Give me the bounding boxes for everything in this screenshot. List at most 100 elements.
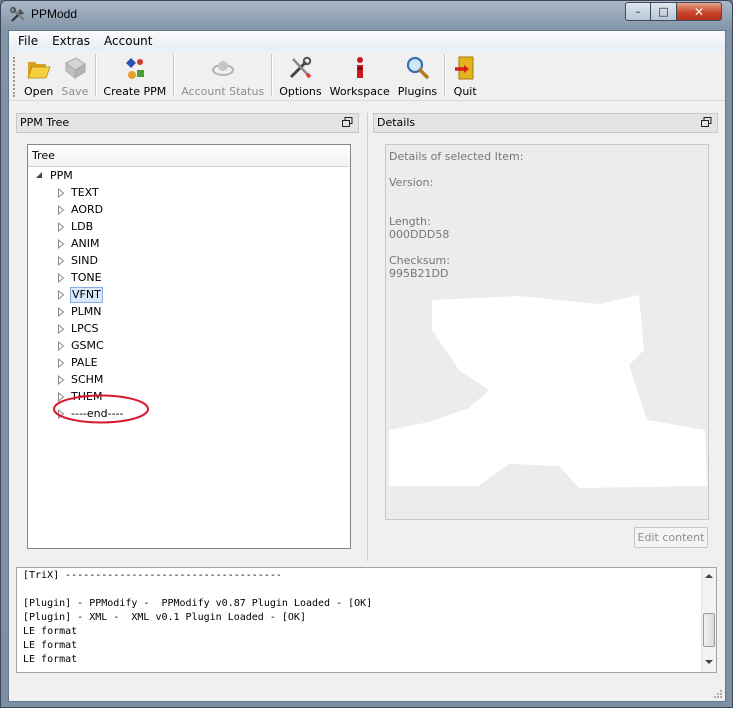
tree-item-label: VFNT — [70, 287, 103, 303]
log-scrollbar[interactable] — [701, 568, 716, 672]
app-tools-icon — [10, 7, 25, 22]
open-label: Open — [24, 85, 54, 98]
save-disk-icon — [64, 57, 86, 80]
close-button[interactable]: ✕ — [676, 2, 722, 21]
menu-extras[interactable]: Extras — [45, 31, 97, 51]
tree-item-label: THEM — [71, 390, 103, 403]
log-lines: [TriX] ---------------------------------… — [23, 569, 372, 667]
title-bar[interactable]: PPModd – □ ✕ — [1, 1, 732, 29]
tree-item-label: GSMC — [71, 339, 104, 352]
plugins-button[interactable]: Plugins — [394, 51, 441, 99]
create-ppm-button[interactable]: Create PPM — [99, 51, 170, 99]
collapsed-arrow-icon[interactable] — [56, 290, 66, 300]
edit-content-button[interactable]: Edit content — [634, 527, 708, 548]
tree-item[interactable]: PALE — [28, 354, 350, 371]
toolbar-separator — [444, 54, 446, 96]
float-dock-icon[interactable] — [700, 116, 713, 129]
folder-open-icon — [27, 62, 51, 79]
quit-button[interactable]: Quit — [448, 51, 482, 99]
log-line: LE format — [23, 626, 78, 637]
details-panel: Details of selected Item: Version: Lengt… — [385, 144, 709, 520]
tree-item[interactable]: VFNT — [28, 286, 350, 303]
collapsed-arrow-icon[interactable] — [56, 239, 66, 249]
details-heading: Details of selected Item: — [389, 150, 524, 163]
tree-item[interactable]: TONE — [28, 269, 350, 286]
float-dock-icon[interactable] — [341, 116, 354, 129]
menu-file[interactable]: File — [11, 31, 45, 51]
client-area: File Extras Account Open Save Create PPM… — [8, 30, 726, 702]
tree-item[interactable]: SIND — [28, 252, 350, 269]
length-value: 000DDD58 — [389, 228, 450, 241]
application-window: PPModd – □ ✕ File Extras Account Open Sa… — [0, 0, 733, 708]
ppm-tree-view[interactable]: Tree PPM TEXT AORD LDB ANIM SIND TONE VFNT PLMN… — [27, 144, 351, 549]
collapsed-arrow-icon[interactable] — [56, 358, 66, 368]
tree-item-label: AORD — [71, 203, 104, 216]
status-bar — [9, 681, 725, 701]
shapes-icon — [125, 58, 144, 79]
size-grip-icon[interactable] — [713, 689, 723, 699]
collapsed-arrow-icon[interactable] — [56, 307, 66, 317]
workspace-icon — [356, 57, 363, 78]
options-label: Options — [279, 85, 322, 98]
maximize-button[interactable]: □ — [650, 2, 677, 21]
collapsed-arrow-icon[interactable] — [56, 205, 66, 215]
tree-column-header[interactable]: Tree — [28, 145, 350, 167]
exit-door-icon — [455, 56, 474, 80]
collapsed-arrow-icon[interactable] — [56, 392, 66, 402]
collapsed-arrow-icon[interactable] — [56, 324, 66, 334]
scroll-down-arrow-icon[interactable] — [705, 658, 713, 666]
menu-account[interactable]: Account — [97, 31, 159, 51]
ppm-tree-title-text: PPM Tree — [20, 116, 70, 129]
tree-item[interactable]: THEM — [28, 388, 350, 405]
tree-item[interactable]: AORD — [28, 201, 350, 218]
window-title: PPModd — [31, 7, 78, 21]
account-status-button[interactable]: Account Status — [177, 51, 268, 99]
options-button[interactable]: Options — [275, 51, 325, 99]
plugins-label: Plugins — [397, 85, 438, 98]
tree-item[interactable]: LDB — [28, 218, 350, 235]
collapsed-arrow-icon[interactable] — [56, 375, 66, 385]
tree-item[interactable]: PLMN — [28, 303, 350, 320]
scroll-thumb[interactable] — [703, 613, 715, 647]
tree-item-label: ----end---- — [71, 407, 124, 420]
workspace-button[interactable]: Workspace — [326, 51, 394, 99]
open-button[interactable]: Open — [20, 51, 57, 99]
collapsed-arrow-icon[interactable] — [56, 256, 66, 266]
toolbar-separator — [95, 54, 97, 96]
magnifier-icon — [407, 56, 430, 79]
tree-item-label: LPCS — [71, 322, 99, 335]
account-status-label: Account Status — [181, 85, 265, 98]
collapsed-arrow-icon[interactable] — [56, 409, 66, 419]
collapsed-arrow-icon[interactable] — [56, 273, 66, 283]
tree-item-label: TEXT — [71, 186, 99, 199]
dock-splitter[interactable] — [367, 113, 370, 561]
tree-item[interactable]: ANIM — [28, 235, 350, 252]
tree-root-item[interactable]: PPM — [28, 167, 350, 184]
scroll-up-arrow-icon[interactable] — [705, 572, 713, 580]
collapsed-arrow-icon[interactable] — [56, 188, 66, 198]
quit-label: Quit — [453, 85, 477, 98]
collapsed-arrow-icon[interactable] — [56, 341, 66, 351]
tree-item[interactable]: GSMC — [28, 337, 350, 354]
tree-item[interactable]: LPCS — [28, 320, 350, 337]
minimize-button[interactable]: – — [625, 2, 651, 21]
expanded-arrow-icon[interactable] — [34, 171, 44, 181]
tree-item[interactable]: ----end---- — [28, 405, 350, 422]
menu-bar: File Extras Account — [9, 31, 725, 51]
tree-item[interactable]: TEXT — [28, 184, 350, 201]
log-output[interactable]: [TriX] ---------------------------------… — [16, 567, 717, 673]
length-label: Length: — [389, 215, 431, 228]
tree-item-label: TONE — [71, 271, 102, 284]
log-line: [Plugin] - PPModify - PPModify v0.87 Plu… — [23, 598, 373, 609]
tree-item-label: LDB — [71, 220, 94, 233]
details-dock-title: Details — [373, 113, 718, 133]
save-button[interactable]: Save — [57, 51, 92, 99]
details-title-text: Details — [377, 116, 416, 129]
toolbar-grip[interactable] — [13, 57, 16, 97]
ppm-tree-dock-title: PPM Tree — [16, 113, 359, 133]
toolbar-separator — [173, 54, 175, 96]
version-label: Version: — [389, 176, 434, 189]
log-line: [TriX] ---------------------------------… — [23, 570, 282, 581]
collapsed-arrow-icon[interactable] — [56, 222, 66, 232]
tree-item[interactable]: SCHM — [28, 371, 350, 388]
